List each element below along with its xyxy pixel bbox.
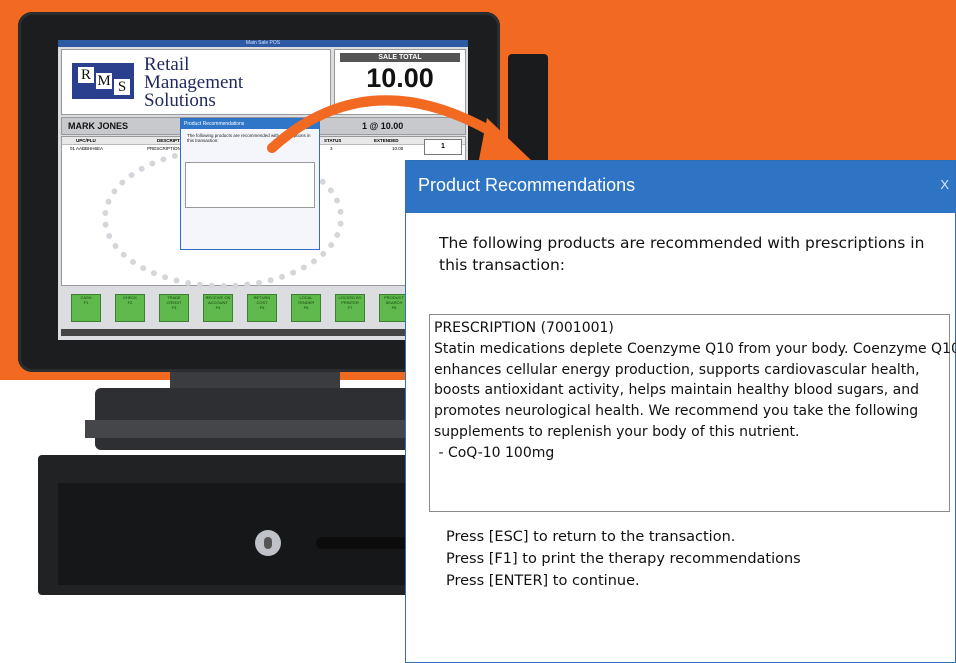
fkey-key: F5 <box>259 305 265 310</box>
rx-line: - CoQ-10 100mg <box>434 444 555 461</box>
rx-line: promotes neurological health. We recomme… <box>434 403 919 420</box>
drawer-lock-icon <box>255 530 281 556</box>
fkey-check-button[interactable]: CHECK F2 <box>115 294 145 322</box>
row-upc: 01 AABBHH6EA <box>70 146 104 151</box>
recommendation-textbox[interactable]: PRESCRIPTION (7001001) Statin medication… <box>429 314 956 512</box>
instruction-f1: Press [F1] to print the therapy recommen… <box>446 551 801 567</box>
rx-line: boosts antioxidant activity, helps maint… <box>434 382 919 399</box>
sale-total-label: SALE TOTAL <box>340 53 460 62</box>
fkey-key: F1 <box>83 300 89 305</box>
logo-letter-m: M <box>96 73 112 89</box>
fkey-label: LOCKED BY PRINTER <box>338 295 362 305</box>
fkey-local-tender-button[interactable]: LOCAL TENDER F6 <box>291 294 321 322</box>
monitor-base <box>95 388 415 450</box>
fkey-key: F8 <box>391 305 397 310</box>
dialog-intro-text: The following products are recommended w… <box>439 234 925 274</box>
fkey-locked-button[interactable]: LOCKED BY PRINTER F7 <box>335 294 365 322</box>
rx-line: supplements to replenish your body of th… <box>434 423 800 440</box>
instruction-enter: Press [ENTER] to continue. <box>446 573 640 589</box>
fkey-key: F7 <box>347 305 353 310</box>
rx-line: enhances cellular energy production, sup… <box>434 361 920 378</box>
logo-wordmark: Retail Management Solutions <box>144 55 243 111</box>
dialog-titlebar: Product Recommendations X <box>406 161 955 213</box>
dialog-instructions: Press [ESC] to return to the transaction… <box>446 526 801 592</box>
rx-line: Statin medications deplete Coenzyme Q10 … <box>434 340 956 357</box>
fkey-key: F3 <box>171 305 177 310</box>
product-recommendations-dialog: Product Recommendations X The following … <box>405 160 956 663</box>
customer-name: MARK JONES <box>68 121 129 131</box>
logo-letter-r: R <box>78 67 94 83</box>
rms-logo-icon: R M S <box>72 63 134 99</box>
fkey-label: RETURN COST <box>253 295 271 305</box>
fkey-label: PRODUCT SEARCH <box>384 295 404 305</box>
fkey-cash-button[interactable]: CASH F1 <box>71 294 101 322</box>
status-strip <box>61 329 464 336</box>
fkey-label: RECEIVE ON ACCOUNT <box>205 295 231 305</box>
header-upc: UPC/PLU <box>76 138 96 143</box>
monitor-stand-plate <box>85 420 425 438</box>
fkey-trade-credit-button[interactable]: TRADE CREDIT F3 <box>159 294 189 322</box>
logo-word-3: Solutions <box>144 90 216 111</box>
close-icon[interactable]: X <box>940 177 949 192</box>
fkey-label: TRADE CREDIT <box>166 295 182 305</box>
fkey-key: F2 <box>127 300 133 305</box>
fkey-return-cost-button[interactable]: RETURN COST F5 <box>247 294 277 322</box>
fkey-key: F4 <box>215 305 221 310</box>
fkey-key: F6 <box>303 305 309 310</box>
instruction-esc: Press [ESC] to return to the transaction… <box>446 529 736 545</box>
function-key-bar: CASH F1 CHECK F2 TRADE CREDIT F3 RECEIVE ON… <box>61 290 464 326</box>
screen-titlebar: Main Sale POS <box>58 40 468 47</box>
dialog-title: Product Recommendations <box>418 175 636 195</box>
fkey-receive-on-account-button[interactable]: RECEIVE ON ACCOUNT F4 <box>203 294 233 322</box>
fkey-label: LOCAL TENDER <box>297 295 315 305</box>
rx-line: PRESCRIPTION (7001001) <box>434 320 614 336</box>
logo-letter-s: S <box>114 79 130 95</box>
